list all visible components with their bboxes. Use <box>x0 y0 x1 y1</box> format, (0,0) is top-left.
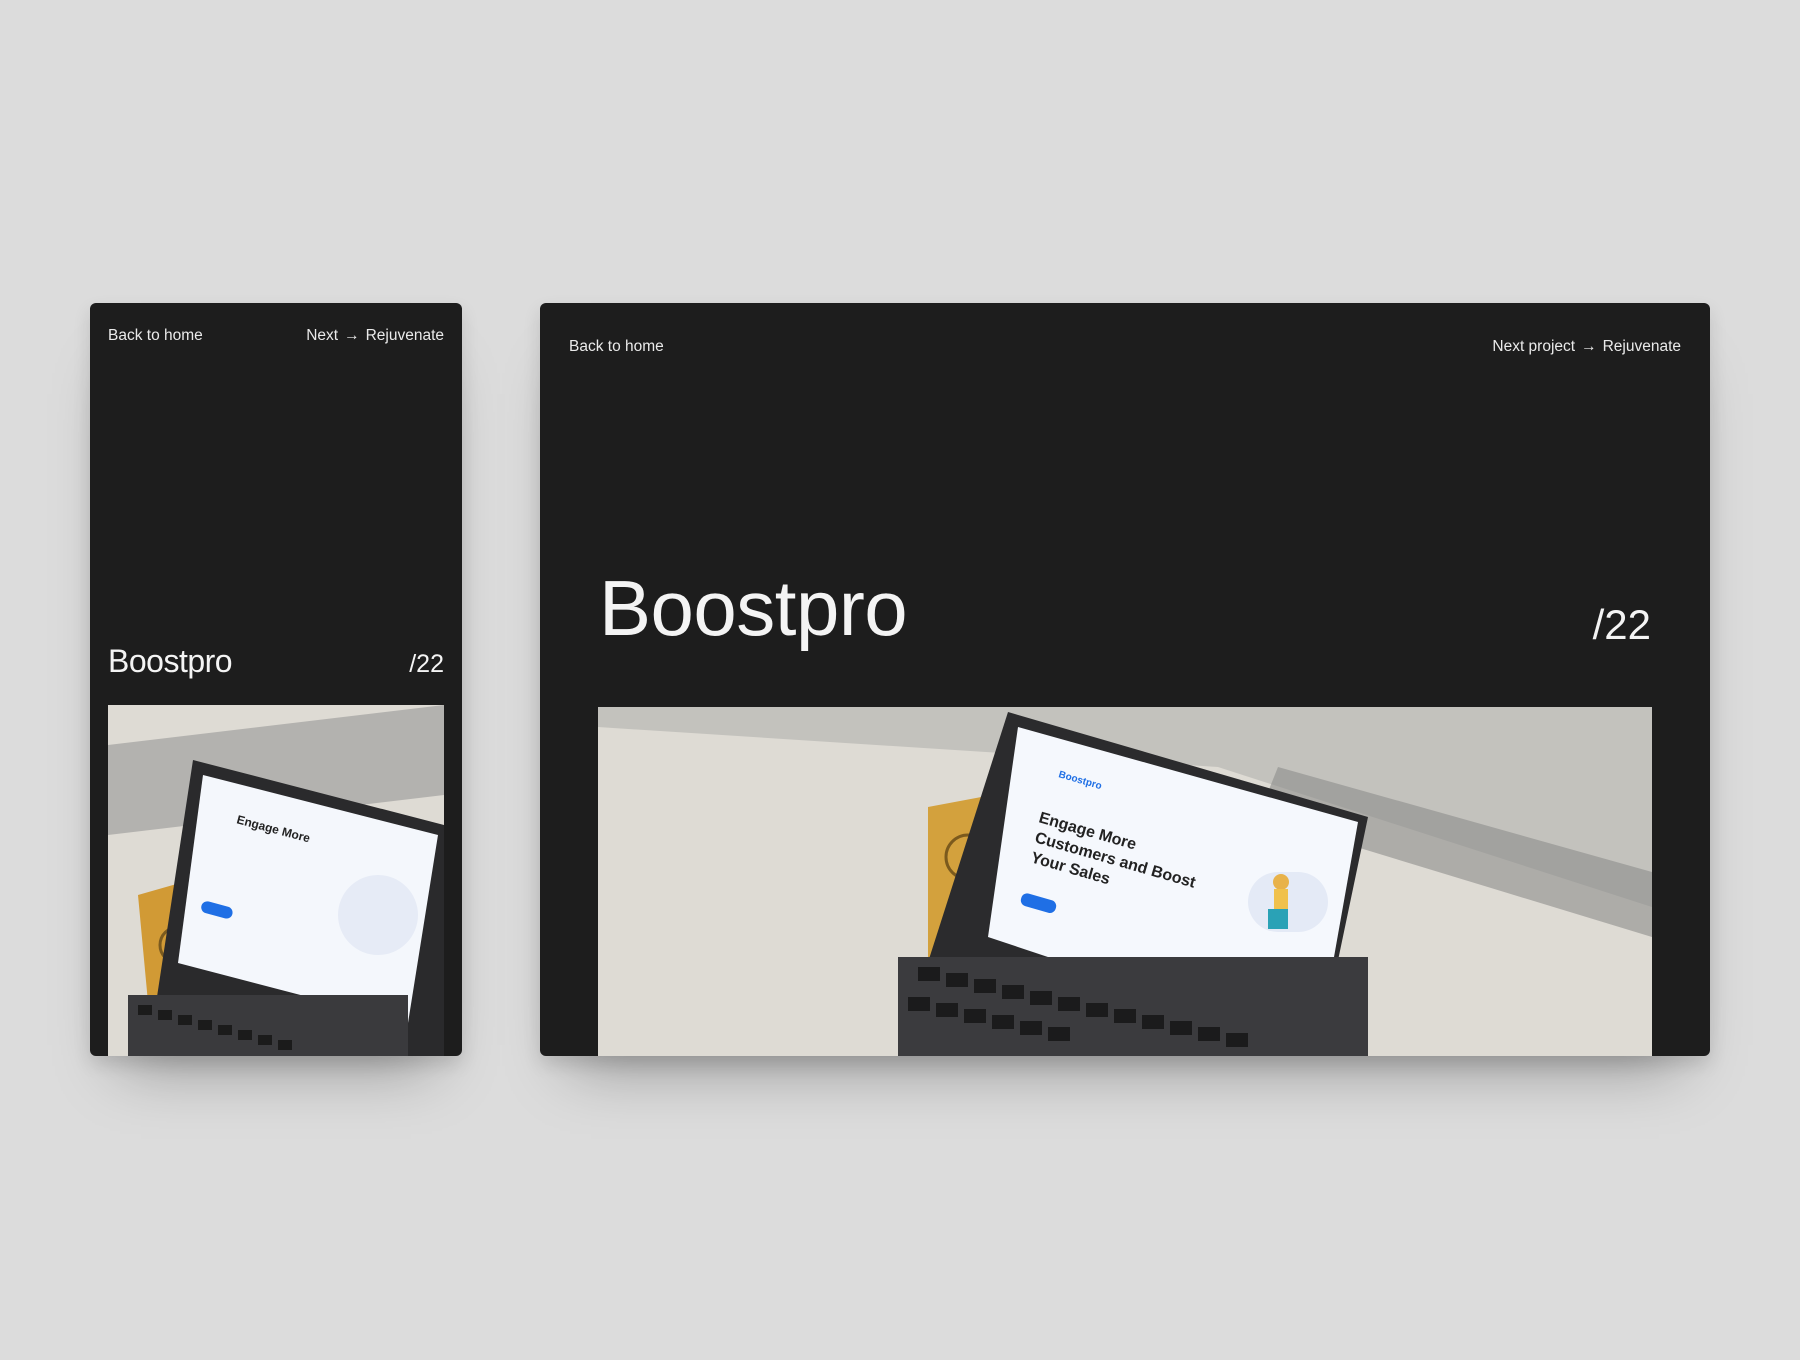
mobile-preview-card: Back to home Next → Rejuvenate Boostpro /2… <box>90 303 462 1056</box>
back-to-home-link[interactable]: Back to home <box>569 338 664 356</box>
project-counter: /22 <box>409 650 444 678</box>
next-target-label: Rejuvenate <box>365 327 444 344</box>
back-to-home-link[interactable]: Back to home <box>108 327 203 345</box>
next-label: Next <box>306 327 339 344</box>
project-counter: /22 <box>1592 601 1651 648</box>
arrow-right-icon: → <box>344 327 360 344</box>
project-image: Engage More <box>108 705 444 1056</box>
next-project-link[interactable]: Next project → Rejuvenate <box>1492 338 1681 356</box>
next-target-label: Rejuvenate <box>1602 338 1681 355</box>
laptop-photo: Engage More <box>108 705 444 1056</box>
project-image: Boostpro Engage More Customers and Boost… <box>598 707 1652 1056</box>
project-title: Boostpro <box>599 564 908 652</box>
laptop-photo: Boostpro Engage More Customers and Boost… <box>598 707 1652 1056</box>
desktop-preview-card: Back to home Next project → Rejuvenate Boo… <box>540 303 1710 1056</box>
project-title: Boostpro <box>108 643 233 679</box>
next-project-link[interactable]: Next → Rejuvenate <box>306 327 444 345</box>
arrow-right-icon: → <box>1581 338 1597 355</box>
next-label: Next project <box>1492 338 1576 355</box>
